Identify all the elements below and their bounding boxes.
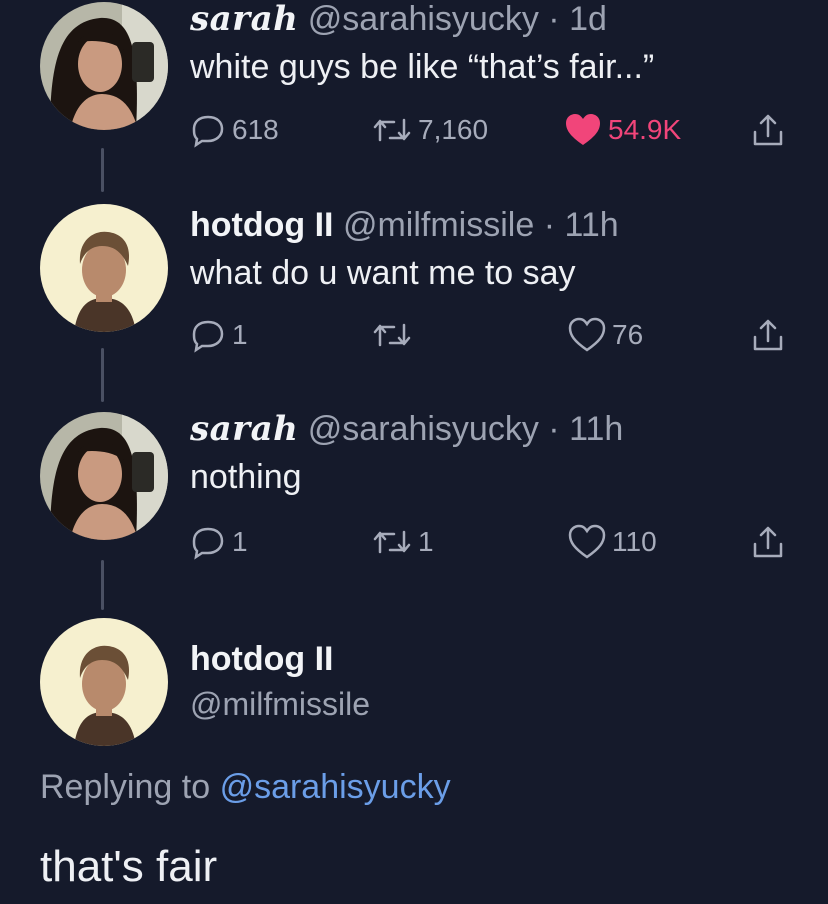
like-button[interactable]: 110 (568, 522, 657, 562)
mention-link[interactable]: @sarahisyucky (220, 768, 451, 806)
reply-icon (192, 527, 224, 560)
share-icon (753, 319, 783, 351)
user-handle[interactable]: @milfmissile (190, 688, 370, 720)
tweet-text: what do u want me to say (190, 254, 576, 292)
timestamp[interactable]: 11h (565, 206, 619, 244)
reply-icon (192, 320, 224, 353)
user-handle[interactable]: @sarahisyucky (308, 410, 539, 448)
retweet-count: 7,160 (418, 114, 489, 145)
thread-line (101, 348, 104, 402)
tweet-header: sarah @sarahisyucky · 11h (190, 412, 623, 446)
tweet-actions: 618 7,160 54.9K (190, 110, 800, 150)
reply-count: 1 (232, 526, 248, 557)
reply-icon (192, 115, 224, 148)
retweet-icon (373, 530, 411, 554)
tweet-header: hotdog II @milfmissile · 11h (190, 208, 619, 242)
reply-button[interactable]: 1 (190, 522, 248, 562)
like-count: 110 (612, 526, 657, 557)
reply-button[interactable]: 1 (190, 315, 248, 355)
retweet-button[interactable] (372, 315, 418, 355)
avatar-hotdog[interactable] (40, 204, 168, 332)
replying-prefix: Replying to (40, 768, 211, 806)
tweet-text: white guys be like “that’s fair...” (190, 48, 655, 86)
share-button[interactable] (750, 110, 786, 150)
tweet-actions: 1 1 110 (190, 522, 800, 562)
retweet-button[interactable]: 7,160 (372, 110, 488, 150)
reply-count: 1 (232, 319, 248, 350)
separator-dot: · (548, 410, 560, 448)
display-name[interactable]: hotdog II (190, 206, 334, 244)
display-name[interactable]: sarah (190, 409, 298, 449)
heart-icon (568, 317, 606, 352)
thread-line (101, 148, 104, 192)
retweet-count: 1 (418, 526, 434, 557)
tweet-actions: 1 76 (190, 315, 800, 355)
user-handle[interactable]: @sarahisyucky (308, 0, 539, 38)
display-name[interactable]: sarah (190, 0, 298, 39)
avatar-sarah[interactable] (40, 2, 168, 130)
share-button[interactable] (750, 522, 786, 562)
share-icon (753, 526, 783, 558)
share-button[interactable] (750, 315, 786, 355)
user-handle[interactable]: @milfmissile (343, 206, 534, 244)
heart-icon (566, 114, 600, 145)
display-name[interactable]: hotdog II (190, 642, 334, 676)
avatar-hotdog[interactable] (40, 618, 168, 746)
focus-tweet-text: that's fair (40, 842, 218, 891)
share-icon (753, 114, 783, 146)
tweet-header: sarah @sarahisyucky · 1d (190, 2, 607, 36)
retweet-icon (373, 323, 411, 347)
retweet-button[interactable]: 1 (372, 522, 434, 562)
tweet-text: nothing (190, 458, 302, 496)
like-count: 54.9K (608, 114, 682, 145)
heart-icon (568, 524, 606, 559)
like-button[interactable]: 76 (568, 315, 643, 355)
like-button[interactable]: 54.9K (564, 110, 681, 150)
like-count: 76 (612, 319, 644, 350)
thread-line (101, 560, 104, 610)
separator-dot: · (548, 0, 560, 38)
reply-button[interactable]: 618 (190, 110, 279, 150)
retweet-icon (373, 118, 411, 142)
replying-to: Replying to @sarahisyucky (40, 770, 451, 804)
timestamp[interactable]: 1d (569, 0, 607, 38)
avatar-sarah[interactable] (40, 412, 168, 540)
separator-dot: · (543, 206, 556, 244)
reply-count: 618 (232, 114, 279, 145)
timestamp[interactable]: 11h (569, 410, 623, 448)
